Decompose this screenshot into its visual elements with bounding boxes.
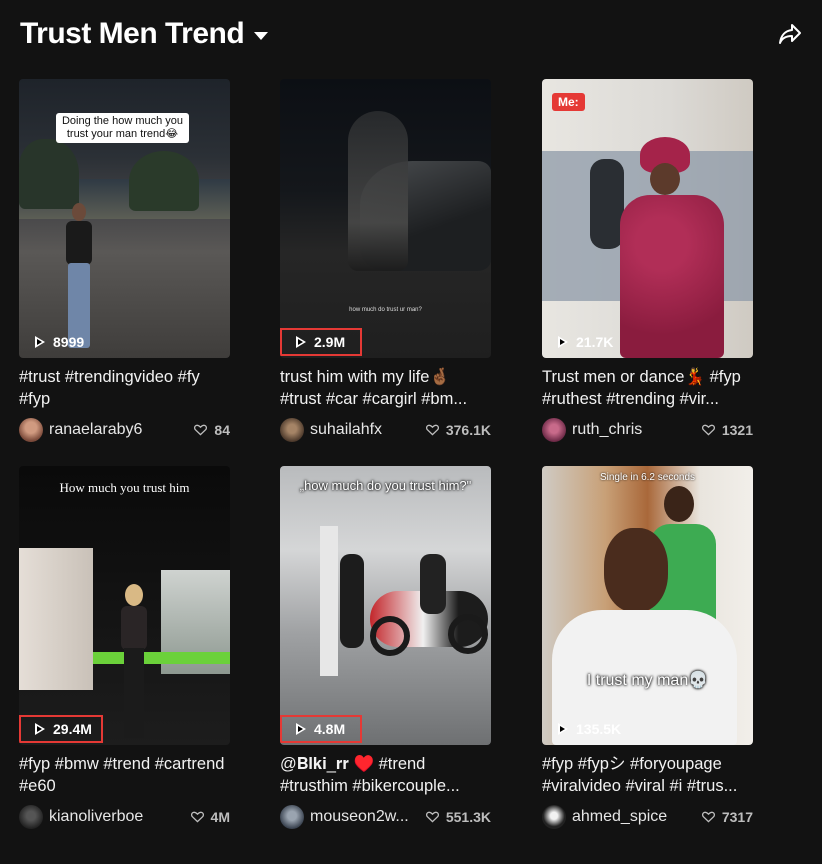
- view-count-value: 8999: [53, 334, 85, 350]
- play-icon: [558, 336, 568, 348]
- video-caption[interactable]: trust him with my life🤞🏾 #trust #car #ca…: [280, 366, 494, 410]
- video-thumbnail[interactable]: Me: 21.7K: [542, 79, 753, 358]
- video-caption[interactable]: Trust men or dance💃 #fyp #ruthest #trend…: [542, 366, 756, 410]
- person-figure: [119, 584, 149, 742]
- person-figure: [612, 137, 730, 358]
- share-arrow-icon: [779, 24, 801, 44]
- video-meta: ahmed_spice 7317: [542, 804, 753, 830]
- person-silhouette: [348, 111, 408, 271]
- like-count: 376.1K: [425, 422, 491, 438]
- video-thumbnail[interactable]: Doing the how much you trust your man tr…: [19, 79, 230, 358]
- heart-icon: [701, 811, 715, 823]
- video-thumbnail[interactable]: how much do trust ur man? 2.9M: [280, 79, 491, 358]
- video-overlay-text: Doing the how much you trust your man tr…: [56, 113, 189, 143]
- like-count: 7317: [701, 809, 753, 825]
- play-icon: [296, 723, 306, 735]
- heart-icon: [701, 424, 715, 436]
- video-thumbnail[interactable]: „how much do you trust him?" 4.8M: [280, 466, 491, 745]
- view-count-value: 29.4M: [53, 721, 92, 737]
- play-icon: [296, 336, 306, 348]
- pillar: [320, 526, 338, 676]
- like-count-value: 4M: [210, 809, 230, 825]
- view-count: 2.9M: [280, 328, 362, 356]
- video-overlay-text: „how much do you trust him?": [299, 478, 472, 493]
- author[interactable]: mouseon2w...: [280, 805, 409, 829]
- avatar: [19, 805, 43, 829]
- username: ranaelaraby6: [49, 421, 143, 438]
- view-count-value: 135.5K: [576, 721, 622, 737]
- avatar: [542, 805, 566, 829]
- play-icon: [35, 723, 45, 735]
- play-icon: [558, 723, 568, 735]
- video-meta: ruth_chris 1321: [542, 417, 753, 443]
- like-count: 1321: [701, 422, 753, 438]
- view-count: 135.5K: [544, 715, 635, 743]
- tree: [129, 151, 199, 211]
- play-icon: [35, 336, 45, 348]
- view-count: 4.8M: [280, 715, 362, 743]
- header: Trust Men Trend: [20, 14, 802, 54]
- view-count: 29.4M: [19, 715, 103, 743]
- view-count-value: 2.9M: [314, 334, 346, 350]
- username: kianoliverboe: [49, 808, 144, 825]
- view-count: 21.7K: [544, 328, 627, 356]
- author[interactable]: ahmed_spice: [542, 805, 667, 829]
- share-button[interactable]: [772, 16, 808, 52]
- heart-icon: [194, 424, 208, 436]
- page-title: Trust Men Trend: [20, 17, 245, 50]
- like-count-value: 7317: [721, 809, 753, 825]
- author[interactable]: kianoliverboe: [19, 805, 143, 829]
- green-stripe: [93, 652, 230, 664]
- like-count-value: 376.1K: [445, 422, 491, 438]
- booth-shape: [19, 548, 93, 690]
- video-thumbnail[interactable]: How much you trust him 29.4M: [19, 466, 230, 745]
- avatar: [19, 418, 43, 442]
- tree: [19, 139, 79, 209]
- username: suhailahfx: [310, 421, 383, 438]
- video-overlay-text: Single in 6.2 seconds: [599, 472, 696, 483]
- like-count: 4M: [190, 809, 230, 825]
- video-meta: mouseon2w... 551.3K: [280, 804, 491, 830]
- caret-down-icon: [254, 32, 269, 40]
- like-count-value: 551.3K: [445, 809, 491, 825]
- username: ruth_chris: [572, 421, 643, 438]
- view-count-value: 21.7K: [576, 334, 614, 350]
- video-caption[interactable]: #trust #trendingvideo #fy #fyp: [19, 366, 233, 410]
- view-count: 8999: [21, 328, 98, 356]
- username: mouseon2w...: [310, 808, 409, 825]
- author[interactable]: suhailahfx: [280, 418, 382, 442]
- video-caption[interactable]: #fyp #fypシ #foryoupage #viralvideo #vira…: [542, 753, 756, 797]
- avatar: [280, 418, 304, 442]
- author[interactable]: ruth_chris: [542, 418, 642, 442]
- wheel: [370, 616, 410, 656]
- like-count: 84: [194, 422, 230, 438]
- view-count-value: 4.8M: [314, 721, 346, 737]
- heart-icon: [190, 811, 204, 823]
- video-caption[interactable]: #fyp #bmw #trend #cartrend #e60: [19, 753, 233, 797]
- rider-figure: [420, 554, 446, 614]
- video-overlay-text: Me:: [552, 93, 585, 111]
- video-overlay-text: how much do trust ur man?: [349, 307, 422, 313]
- title-dropdown[interactable]: Trust Men Trend: [20, 17, 269, 51]
- video-meta: ranaelaraby6 84: [19, 417, 230, 443]
- like-count-value: 1321: [721, 422, 753, 438]
- video-meta: kianoliverboe 4M: [19, 804, 230, 830]
- rider-figure: [340, 554, 364, 648]
- avatar: [280, 805, 304, 829]
- person-figure: [552, 528, 737, 745]
- like-count-value: 84: [214, 422, 230, 438]
- author[interactable]: ranaelaraby6: [19, 418, 142, 442]
- video-caption[interactable]: @𝐁𝐥𝐤𝐢_𝐫𝐫 ♥️ #trend #trusthim #bikercoupl…: [280, 753, 494, 797]
- video-thumbnail[interactable]: Single in 6.2 seconds I trust my man💀 13…: [542, 466, 753, 745]
- heart-icon: [425, 424, 439, 436]
- username: ahmed_spice: [572, 808, 668, 825]
- video-meta: suhailahfx 376.1K: [280, 417, 491, 443]
- video-overlay-text-secondary: I trust my man💀: [586, 672, 709, 689]
- heart-icon: [425, 811, 439, 823]
- video-overlay-text: How much you trust him: [59, 480, 190, 495]
- wheel: [448, 614, 488, 654]
- avatar: [542, 418, 566, 442]
- like-count: 551.3K: [425, 809, 491, 825]
